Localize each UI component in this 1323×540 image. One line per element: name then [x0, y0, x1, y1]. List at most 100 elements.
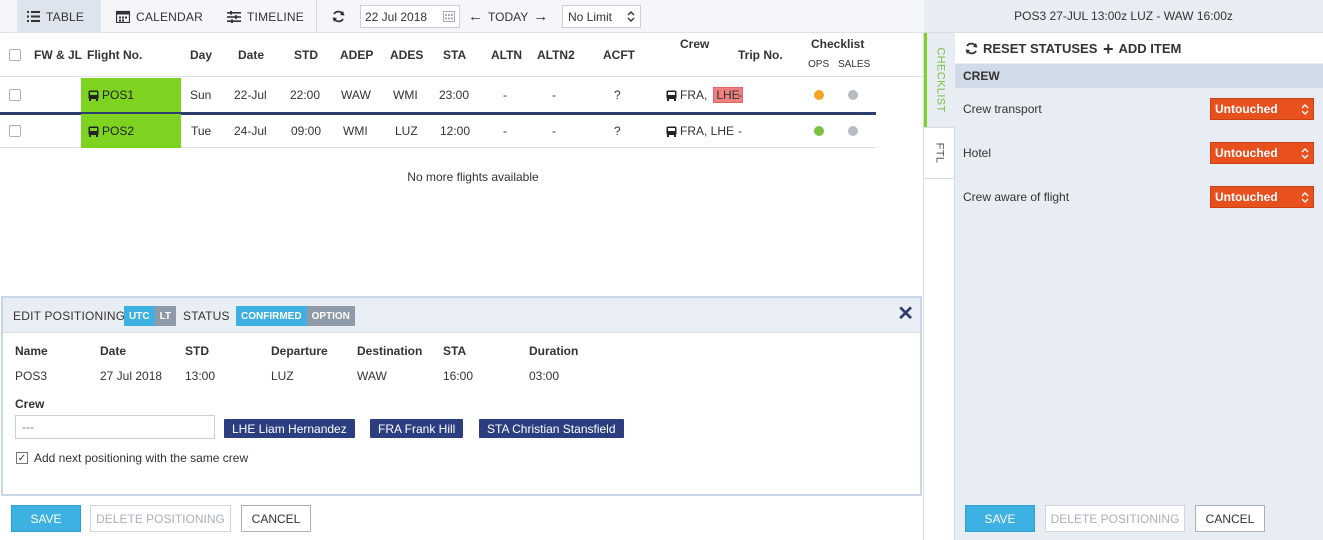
crew-chip-fra[interactable]: FRA Frank Hill — [370, 419, 464, 438]
ops-status-dot[interactable] — [814, 126, 824, 136]
checklist-status-select[interactable]: Untouched — [1210, 98, 1314, 120]
status-value: Untouched — [1215, 102, 1278, 116]
col-std[interactable]: STD — [294, 48, 318, 62]
tab-ftl[interactable]: FTL — [924, 127, 955, 179]
refresh-button[interactable] — [321, 0, 355, 33]
col-adep[interactable]: ADEP — [340, 48, 373, 62]
cell-acft: ? — [614, 88, 621, 102]
col-sta[interactable]: STA — [443, 48, 466, 62]
col-ades[interactable]: ADES — [390, 48, 423, 62]
date-value[interactable]: 27 Jul 2018 — [100, 369, 162, 383]
col-checklist: Checklist — [811, 37, 865, 51]
ops-status-dot[interactable] — [814, 90, 824, 100]
col-flight-no[interactable]: Flight No. — [87, 48, 142, 62]
sales-status-dot[interactable] — [848, 126, 858, 136]
col-crew[interactable]: Crew — [680, 37, 709, 51]
checklist-section-crew: CREW — [955, 64, 1323, 88]
col-trip-no[interactable]: Trip No. — [738, 48, 783, 62]
reset-statuses-label: RESET STATUSES — [983, 41, 1098, 56]
col-acft[interactable]: ACFT — [603, 48, 635, 62]
crew-input[interactable]: --- — [15, 415, 215, 439]
checklist-save-button[interactable]: SAVE — [965, 505, 1035, 532]
calendar-picker-icon — [443, 11, 455, 22]
select-arrows-icon — [1301, 191, 1309, 203]
utc-toggle[interactable]: UTC — [124, 306, 155, 326]
edit-positioning-title: EDIT POSITIONING — [13, 309, 126, 323]
checklist-status-select[interactable]: Untouched — [1210, 142, 1314, 164]
col-ops: OPS — [808, 59, 830, 70]
refresh-icon — [332, 10, 344, 23]
lt-toggle[interactable]: LT — [154, 306, 177, 326]
row-checkbox[interactable] — [9, 89, 21, 101]
cell-adep: WAW — [341, 88, 371, 102]
cell-crew[interactable]: FRA, LHE — [666, 114, 734, 148]
limit-value: No Limit — [568, 9, 613, 24]
col-day[interactable]: Day — [190, 48, 212, 62]
checklist-item-label: Crew aware of flight — [963, 190, 1070, 204]
view-calendar-button[interactable]: CALENDAR — [106, 0, 213, 33]
cancel-button[interactable]: CANCEL — [241, 505, 311, 532]
crew-label: Crew — [15, 397, 45, 411]
bus-icon — [666, 126, 677, 137]
positioning-summary-title: POS3 27-JUL 13:00z LUZ - WAW 16:00z — [924, 0, 1323, 33]
cell-trip: - — [738, 88, 742, 102]
departure-value[interactable]: LUZ — [271, 369, 294, 383]
name-value[interactable]: POS3 — [15, 369, 47, 383]
prev-arrow-icon[interactable]: ← — [468, 8, 483, 25]
tab-checklist[interactable]: CHECKLIST — [924, 33, 955, 127]
cell-date: 24-Jul — [234, 124, 267, 138]
row-checkbox[interactable] — [9, 125, 21, 137]
option-toggle[interactable]: OPTION — [306, 306, 355, 326]
col-altn2[interactable]: ALTN2 — [537, 48, 575, 62]
select-arrows-icon — [1301, 103, 1309, 115]
col-date[interactable]: Date — [238, 48, 264, 62]
view-timeline-label: TIMELINE — [247, 9, 304, 24]
cell-crew[interactable]: FRA, LHE — [666, 78, 743, 112]
date-input[interactable]: 22 Jul 2018 — [360, 5, 460, 28]
view-table-button[interactable]: TABLE — [17, 0, 101, 33]
same-crew-option: ✓ Add next positioning with the same cre… — [16, 451, 248, 465]
std-value[interactable]: 13:00 — [185, 369, 215, 383]
no-more-flights-text: No more flights available — [407, 170, 539, 184]
crew-chip-sta[interactable]: STA Christian Stansfield — [479, 419, 624, 438]
save-button[interactable]: SAVE — [11, 505, 81, 532]
add-item-button[interactable]: + ADD ITEM — [1103, 38, 1181, 59]
time-mode-toggle: UTC LT — [124, 306, 177, 326]
checklist-status-select[interactable]: Untouched — [1210, 186, 1314, 208]
tab-ftl-label: FTL — [933, 142, 946, 164]
sales-status-dot[interactable] — [848, 90, 858, 100]
sta-value[interactable]: 16:00 — [443, 369, 473, 383]
table-row[interactable]: POS2 Tue 24-Jul 09:00 WMI LUZ 12:00 - - … — [0, 114, 876, 148]
limit-select[interactable]: No Limit — [562, 5, 641, 28]
flight-cell[interactable]: POS1 — [81, 78, 181, 112]
edit-positioning-panel: EDIT POSITIONING UTC LT STATUS CONFIRMED… — [1, 296, 922, 496]
cell-sta: 23:00 — [439, 88, 470, 102]
list-icon — [27, 11, 40, 22]
cell-day: Tue — [191, 124, 212, 138]
checklist-delete-positioning-button[interactable]: DELETE POSITIONING — [1045, 505, 1185, 532]
plus-icon: + — [1103, 38, 1114, 59]
checklist-item-label: Hotel — [963, 146, 992, 160]
reset-statuses-button[interactable]: RESET STATUSES — [965, 41, 1097, 56]
destination-value[interactable]: WAW — [357, 369, 387, 383]
today-button[interactable]: TODAY — [488, 10, 528, 24]
view-timeline-button[interactable]: TIMELINE — [217, 0, 314, 33]
flight-cell[interactable]: POS2 — [81, 114, 181, 148]
tab-checklist-label: CHECKLIST — [935, 47, 947, 113]
cell-altn: - — [503, 88, 507, 102]
col-altn[interactable]: ALTN — [491, 48, 522, 62]
crew-chip-lhe[interactable]: LHE Liam Hernandez — [224, 419, 355, 438]
select-all-checkbox[interactable] — [9, 49, 21, 61]
duration-value[interactable]: 03:00 — [529, 369, 559, 383]
close-icon[interactable]: ✕ — [897, 304, 914, 324]
checklist-cancel-button[interactable]: CANCEL — [1195, 505, 1265, 532]
bus-icon — [88, 126, 99, 137]
table-row[interactable]: POS1 Sun 22-Jul 22:00 WAW WMI 23:00 - - … — [0, 78, 876, 115]
cell-trip: - — [738, 124, 742, 138]
next-arrow-icon[interactable]: → — [533, 8, 548, 25]
cell-altn2: - — [552, 124, 556, 138]
confirmed-toggle[interactable]: CONFIRMED — [236, 306, 307, 326]
same-crew-checkbox[interactable]: ✓ — [16, 452, 28, 464]
date-value: 22 Jul 2018 — [365, 9, 428, 24]
delete-positioning-button[interactable]: DELETE POSITIONING — [90, 505, 231, 532]
